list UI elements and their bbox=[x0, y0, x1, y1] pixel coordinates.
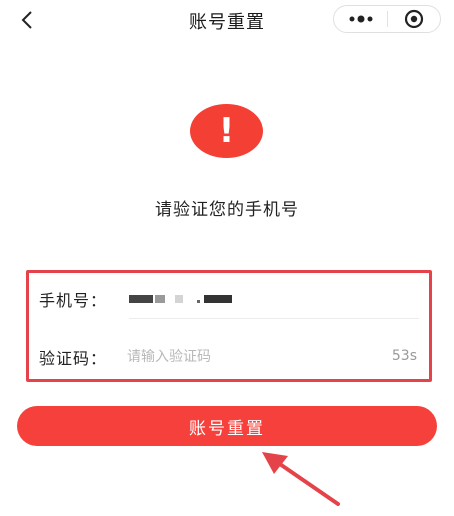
row-divider bbox=[129, 318, 419, 319]
verify-phone-heading: 请验证您的手机号 bbox=[155, 200, 299, 220]
more-dots-icon bbox=[349, 15, 372, 23]
verification-code-input[interactable] bbox=[127, 345, 357, 369]
verification-form: 手机号： 验证码： 53s bbox=[26, 270, 432, 382]
reset-account-button[interactable]: 账号重置 bbox=[17, 406, 437, 446]
exclamation-mark: ! bbox=[218, 111, 235, 151]
warning-icon: ! bbox=[190, 104, 263, 158]
annotation-arrow-icon bbox=[262, 452, 340, 506]
more-button[interactable] bbox=[334, 6, 387, 32]
target-circle-icon bbox=[404, 9, 424, 29]
resend-countdown: 53s bbox=[391, 348, 417, 364]
mini-program-capsule bbox=[333, 5, 441, 33]
close-button[interactable] bbox=[388, 6, 440, 32]
account-reset-page: 账号重置 ! 请验证您的手机号 手机号： 验证码： 请输入验证码 53s 账号重… bbox=[0, 0, 454, 516]
code-row: 验证码： 53s bbox=[29, 331, 429, 383]
phone-label: 手机号： bbox=[39, 291, 108, 310]
code-label: 验证码： bbox=[39, 349, 108, 368]
phone-number-masked bbox=[129, 293, 232, 305]
phone-row: 手机号： bbox=[29, 273, 429, 325]
